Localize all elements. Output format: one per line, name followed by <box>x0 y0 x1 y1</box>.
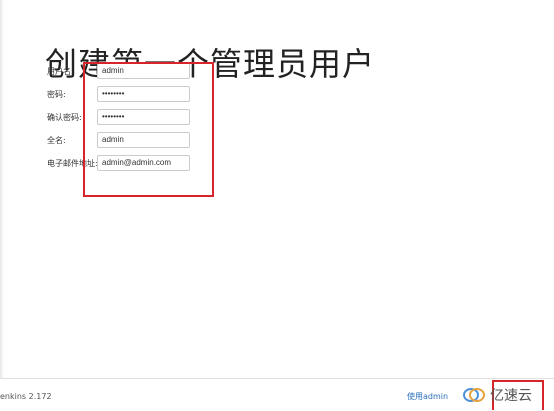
password-input[interactable]: •••••••• <box>97 86 190 102</box>
version-text: enkins 2.172 <box>0 392 52 401</box>
page-title: 创建第一个管理员用户 <box>45 45 376 84</box>
watermark: 亿速云 <box>462 385 532 405</box>
username-label: 用户名: <box>47 67 74 76</box>
email-label: 电子邮件地址: <box>47 159 98 168</box>
watermark-text: 亿速云 <box>490 388 532 404</box>
email-input[interactable]: admin@admin.com <box>97 155 190 171</box>
fullname-input[interactable]: admin <box>97 132 190 148</box>
confirm-password-label: 确认密码: <box>47 113 82 122</box>
fullname-label: 全名: <box>47 136 66 145</box>
use-admin-link[interactable]: 使用admin <box>407 391 448 402</box>
window-left-edge <box>0 0 4 378</box>
username-input[interactable]: admin <box>97 63 190 79</box>
confirm-password-input[interactable]: •••••••• <box>97 109 190 125</box>
password-label: 密码: <box>47 90 66 99</box>
yisu-cloud-logo-icon <box>463 388 485 402</box>
